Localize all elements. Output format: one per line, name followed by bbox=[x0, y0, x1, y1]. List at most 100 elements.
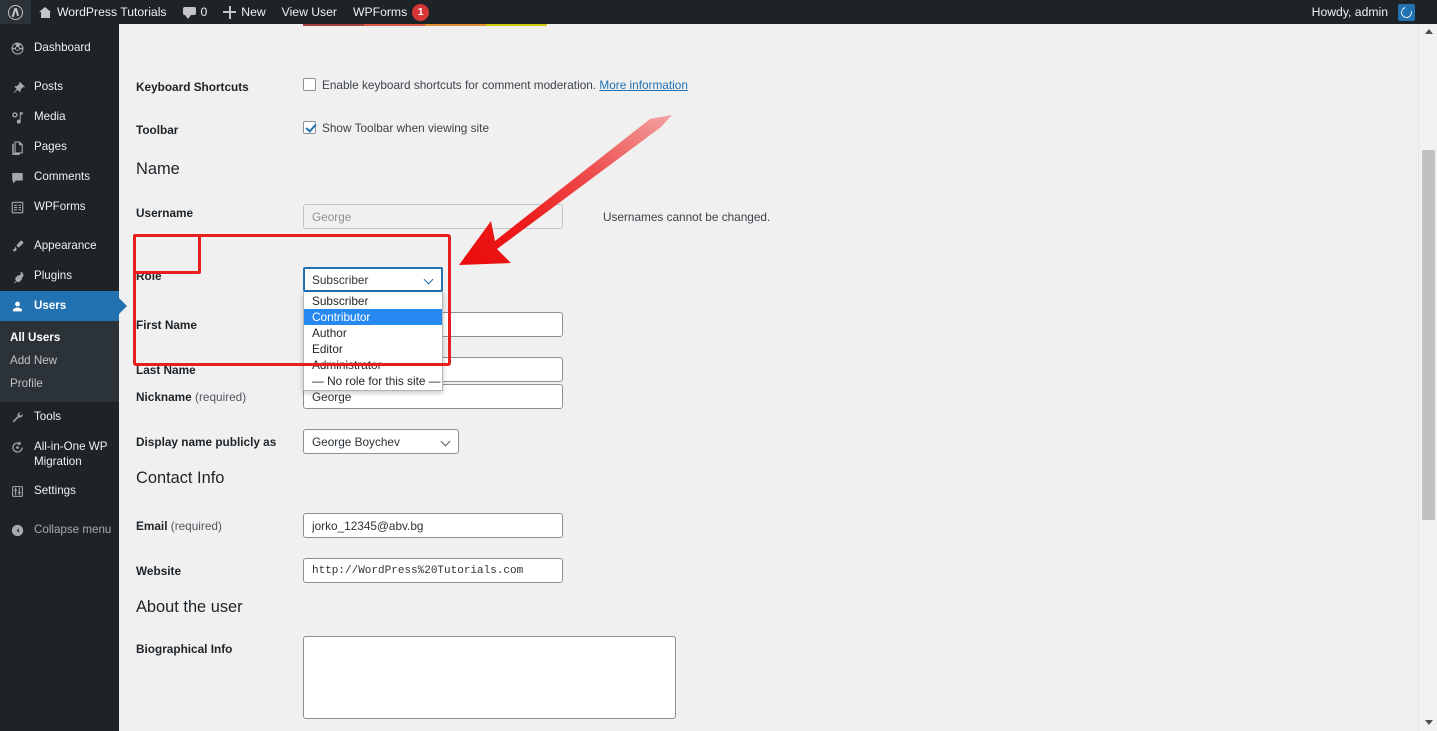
email-required-suffix: (required) bbox=[170, 519, 222, 533]
sidebar-item-label: Posts bbox=[34, 80, 63, 93]
toolbar-field: Show Toolbar when viewing site bbox=[303, 121, 1418, 135]
role-option-no-role[interactable]: — No role for this site — bbox=[304, 373, 442, 389]
email-input[interactable] bbox=[303, 513, 563, 538]
comment-icon bbox=[8, 169, 26, 185]
pages-icon bbox=[8, 139, 26, 155]
new-content-menu[interactable]: New bbox=[215, 0, 273, 24]
email-label: Email (required) bbox=[119, 513, 303, 533]
row-keyboard-shortcuts: Keyboard Shortcuts Enable keyboard short… bbox=[119, 78, 1418, 94]
sidebar-item-wpforms[interactable]: WPForms bbox=[0, 192, 119, 222]
new-label: New bbox=[241, 5, 266, 19]
biographical-info-field bbox=[303, 636, 1418, 722]
sidebar-item-label: WPForms bbox=[34, 200, 86, 213]
sidebar-item-appearance[interactable]: Appearance bbox=[0, 231, 119, 261]
display-name-label: Display name publicly as bbox=[136, 435, 277, 449]
sidebar-item-dashboard[interactable]: Dashboard bbox=[0, 33, 119, 63]
website-input[interactable] bbox=[303, 558, 563, 583]
sidebar-item-tools[interactable]: Tools bbox=[0, 402, 119, 432]
wpforms-menu[interactable]: WPForms 1 bbox=[345, 0, 437, 24]
role-option-editor[interactable]: Editor bbox=[304, 341, 442, 357]
sidebar-item-label: Appearance bbox=[34, 239, 97, 252]
more-information-link[interactable]: More information bbox=[599, 78, 688, 92]
role-label: Role bbox=[136, 269, 162, 283]
admin-bar-right: Howdy, admin bbox=[1304, 0, 1437, 24]
plug-icon bbox=[8, 268, 26, 284]
display-name-field: George Boychev bbox=[303, 429, 1418, 454]
contact-info-heading: Contact Info bbox=[136, 469, 225, 487]
sidebar-item-media[interactable]: Media bbox=[0, 102, 119, 132]
username-label: Username bbox=[136, 206, 194, 220]
show-toolbar-checkbox[interactable] bbox=[303, 121, 316, 134]
site-name-menu[interactable]: WordPress Tutorials bbox=[31, 0, 175, 24]
row-username: Username Usernames cannot be changed. bbox=[119, 204, 1418, 229]
sidebar-item-label: Pages bbox=[34, 140, 67, 153]
sidebar-item-posts[interactable]: Posts bbox=[0, 72, 119, 102]
keyboard-shortcuts-checkbox-label[interactable]: Enable keyboard shortcuts for comment mo… bbox=[322, 78, 596, 92]
wpforms-icon bbox=[8, 199, 26, 215]
swatch-3 bbox=[425, 24, 486, 26]
sidebar-item-settings[interactable]: Settings bbox=[0, 476, 119, 506]
username-input[interactable] bbox=[303, 204, 563, 229]
media-icon bbox=[8, 109, 26, 125]
sidebar-item-label: Tools bbox=[34, 410, 62, 423]
scroll-down-arrow-icon[interactable] bbox=[1424, 720, 1433, 725]
wpforms-label: WPForms bbox=[353, 5, 408, 19]
username-field: Usernames cannot be changed. bbox=[303, 204, 1418, 229]
keyboard-shortcuts-checkbox[interactable] bbox=[303, 78, 316, 91]
nickname-required-suffix: (required) bbox=[195, 390, 247, 404]
sidebar-item-label: Comments bbox=[34, 170, 91, 183]
site-name-label: WordPress Tutorials bbox=[57, 5, 167, 19]
row-display-name: Display name publicly as George Boychev bbox=[119, 429, 1418, 454]
user-avatar-icon[interactable] bbox=[1398, 3, 1415, 21]
display-name-select-value: George Boychev bbox=[312, 434, 400, 449]
submenu-item-all-users[interactable]: All Users bbox=[0, 326, 119, 349]
role-select[interactable]: Subscriber bbox=[303, 267, 443, 292]
swatch-1 bbox=[303, 24, 364, 26]
role-option-contributor[interactable]: Contributor bbox=[304, 309, 442, 325]
chevron-down-icon bbox=[423, 274, 434, 285]
swatch-2 bbox=[364, 24, 425, 26]
show-toolbar-checkbox-label[interactable]: Show Toolbar when viewing site bbox=[322, 121, 489, 135]
view-user-link[interactable]: View User bbox=[274, 0, 345, 24]
first-name-label: First Name bbox=[136, 318, 197, 332]
scrollbar-thumb[interactable] bbox=[1422, 150, 1435, 520]
wpforms-badge: 1 bbox=[412, 3, 430, 21]
sidebar-item-plugins[interactable]: Plugins bbox=[0, 261, 119, 291]
profile-form-content: Keyboard Shortcuts Enable keyboard short… bbox=[119, 24, 1418, 731]
scroll-up-arrow-icon[interactable] bbox=[1424, 29, 1433, 34]
display-name-select[interactable]: George Boychev bbox=[303, 429, 459, 454]
collapse-menu-label: Collapse menu bbox=[34, 523, 112, 536]
view-user-label: View User bbox=[281, 5, 337, 19]
chevron-down-icon bbox=[440, 436, 451, 447]
wp-logo-menu[interactable] bbox=[0, 0, 31, 24]
role-option-author[interactable]: Author bbox=[304, 325, 442, 341]
sidebar-item-label: Plugins bbox=[34, 269, 73, 282]
page-scrollbar[interactable] bbox=[1418, 24, 1437, 731]
submenu-item-add-new[interactable]: Add New bbox=[0, 349, 119, 372]
wordpress-logo-icon bbox=[8, 4, 23, 20]
role-option-administrator[interactable]: Administrator bbox=[304, 357, 442, 373]
row-biographical-info: Biographical Info bbox=[119, 636, 1418, 722]
row-website: Website bbox=[119, 558, 1418, 583]
sidebar-item-users[interactable]: Users bbox=[0, 291, 127, 321]
collapse-menu-button[interactable]: Collapse menu bbox=[0, 515, 119, 545]
collapse-arrow-icon bbox=[8, 522, 26, 538]
row-email: Email (required) bbox=[119, 513, 1418, 538]
biographical-info-textarea[interactable] bbox=[303, 636, 676, 719]
comments-menu[interactable]: 0 bbox=[175, 0, 216, 24]
about-the-user-heading: About the user bbox=[136, 598, 243, 616]
sidebar-item-all-in-one-wp-migration[interactable]: All-in-One WP Migration bbox=[0, 432, 119, 476]
keyboard-shortcuts-field: Enable keyboard shortcuts for comment mo… bbox=[303, 78, 1418, 92]
role-dropdown-list: Subscriber Contributor Author Editor Adm… bbox=[303, 292, 443, 391]
sidebar-item-pages[interactable]: Pages bbox=[0, 132, 119, 162]
role-option-subscriber[interactable]: Subscriber bbox=[304, 293, 442, 309]
biographical-info-label: Biographical Info bbox=[136, 642, 233, 656]
name-section-heading: Name bbox=[136, 160, 180, 178]
submenu-item-profile[interactable]: Profile bbox=[0, 372, 119, 395]
last-name-field bbox=[303, 357, 1418, 382]
my-account-menu[interactable]: Howdy, admin bbox=[1304, 0, 1391, 24]
row-toolbar: Toolbar Show Toolbar when viewing site bbox=[119, 121, 1418, 137]
dashboard-icon bbox=[8, 40, 26, 56]
sidebar-item-comments[interactable]: Comments bbox=[0, 162, 119, 192]
howdy-label: Howdy, admin bbox=[1311, 5, 1388, 19]
